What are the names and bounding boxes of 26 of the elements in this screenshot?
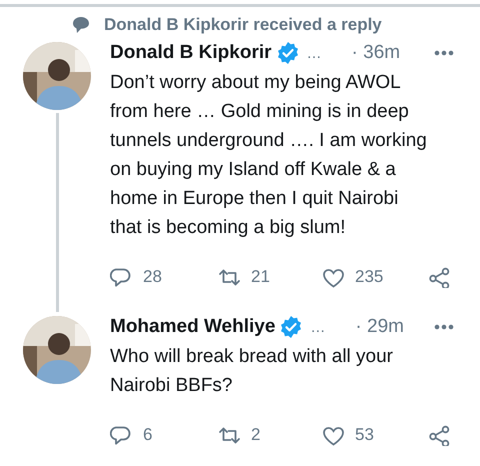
like-icon[interactable] (322, 266, 345, 288)
reply-count: 6 (143, 425, 152, 445)
reply-icon[interactable] (110, 266, 133, 288)
more-options-icon[interactable] (434, 50, 454, 56)
timestamp: · 29m (355, 316, 404, 338)
tweet-text: Who will break bread with all your Nairobi BBFs? (110, 345, 394, 398)
retweet-count: 21 (251, 267, 270, 287)
reply-count: 28 (143, 267, 162, 287)
share-icon[interactable] (428, 266, 451, 288)
timestamp: · 36m (352, 42, 400, 64)
like-count: 235 (355, 267, 384, 287)
share-icon[interactable] (428, 424, 451, 446)
tweet-text: Don’t worry about my being AWOL from here … Gold mining is in deep tunnels underground …. I am working on buying my Island off Kwale & a home in Europe then I quit Nairobi that is becoming a big slum! (110, 71, 428, 240)
reply-icon[interactable] (110, 424, 133, 446)
user-handle: … (310, 318, 326, 336)
retweet-icon[interactable] (218, 424, 241, 446)
user-name[interactable]: Mohamed Wehliye (110, 316, 276, 338)
notification-text: Donald B Kipkorir received a reply (104, 15, 382, 35)
user-handle: … (306, 44, 322, 62)
speech-bubble-icon (72, 16, 90, 34)
like-count: 53 (355, 425, 374, 445)
retweet-icon[interactable] (218, 266, 241, 288)
like-icon[interactable] (322, 424, 345, 446)
retweet-count: 2 (251, 425, 260, 445)
more-options-icon[interactable] (434, 324, 454, 330)
user-name[interactable]: Donald B Kipkorir (110, 42, 272, 64)
